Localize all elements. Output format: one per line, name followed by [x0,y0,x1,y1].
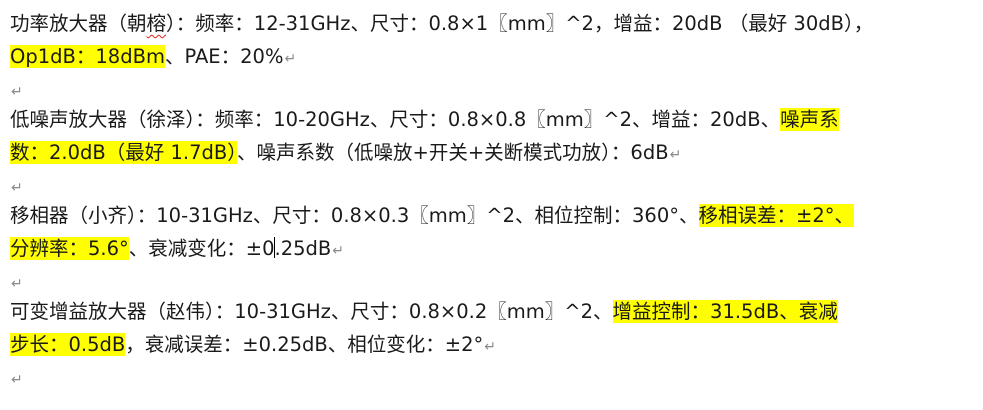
paragraph-mark: ↵ [484,339,497,355]
paragraph-1-line-1: 功率放大器（朝榕）：频率：12-31GHz、尺寸：0.8×1〖mm〗^2，增益：… [10,7,980,40]
p3-text-rest-b: .25dB [274,237,332,260]
p3-text-rest-a: 、衰减变化：±0 [128,237,275,260]
p4-text: 可变增益放大器（赵伟）：10-31GHz、尺寸：0.8×0.2〖mm〗^2、 [10,300,613,323]
paragraph-2-line-2: 数：2.0dB（最好 1.7dB）、噪声系数（低噪放+开关+关断模式功放）：6d… [10,136,980,169]
p2-highlight-b: 数：2.0dB（最好 1.7dB） [10,141,237,164]
p3-highlight-b: 分辨率：5.6° [10,237,129,260]
paragraph-mark: ↵ [11,372,23,388]
p2-highlight-a: 噪声系 [780,108,839,131]
paragraph-mark: ↵ [11,84,23,100]
paragraph-mark: ↵ [11,276,23,292]
p1-text-b: ）：频率：12-31GHz、尺寸：0.8×1〖mm〗^2，增益：20dB （最好… [166,12,874,35]
p2-text: 低噪声放大器（徐泽）：频率：10-20GHz、尺寸：0.8×0.8〖mm〗^2、… [10,108,781,131]
paragraph-3-line-1: 移相器（小齐）：10-31GHz、尺寸：0.8×0.3〖mm〗^2、相位控制：3… [10,199,980,232]
p1-name-spellcheck: 榕 [146,12,167,35]
paragraph-mark: ↵ [284,51,297,67]
empty-paragraph: ↵ [10,169,980,199]
paragraph-3-line-2: 分辨率：5.6°、衰减变化：±0.25dB↵ [10,232,980,265]
p2-text-rest: 、噪声系数（低噪放+开关+关断模式功放）：6dB [236,141,669,164]
paragraph-mark: ↵ [332,243,345,259]
p4-text-rest: ，衰减误差：±0.25dB、相位变化：±2° [125,333,484,356]
p4-highlight-b: 步长：0.5dB [10,333,126,356]
paragraph-mark: ↵ [11,180,23,196]
empty-paragraph: ↵ [10,361,980,391]
p1-text-a: 功率放大器（朝 [10,12,147,35]
paragraph-2-line-1: 低噪声放大器（徐泽）：频率：10-20GHz、尺寸：0.8×0.8〖mm〗^2、… [10,103,980,136]
empty-paragraph: ↵ [10,73,980,103]
empty-paragraph: ↵ [10,265,980,295]
paragraph-4-line-1: 可变增益放大器（赵伟）：10-31GHz、尺寸：0.8×0.2〖mm〗^2、增益… [10,295,980,328]
p3-highlight-a: 移相误差：±2°、 [698,204,854,227]
paragraph-4-line-2: 步长：0.5dB，衰减误差：±0.25dB、相位变化：±2°↵ [10,328,980,361]
paragraph-1-line-2: Op1dB：18dBm、PAE：20%↵ [10,40,980,73]
document-body[interactable]: 功率放大器（朝榕）：频率：12-31GHz、尺寸：0.8×1〖mm〗^2，增益：… [10,0,980,391]
paragraph-mark: ↵ [669,147,682,163]
p3-text: 移相器（小齐）：10-31GHz、尺寸：0.8×0.3〖mm〗^2、相位控制：3… [10,204,699,227]
p4-highlight-a: 增益控制：31.5dB、衰减 [612,300,838,323]
p1-highlight: Op1dB：18dBm [10,45,165,68]
p1-text-rest: 、PAE：20% [164,45,284,68]
